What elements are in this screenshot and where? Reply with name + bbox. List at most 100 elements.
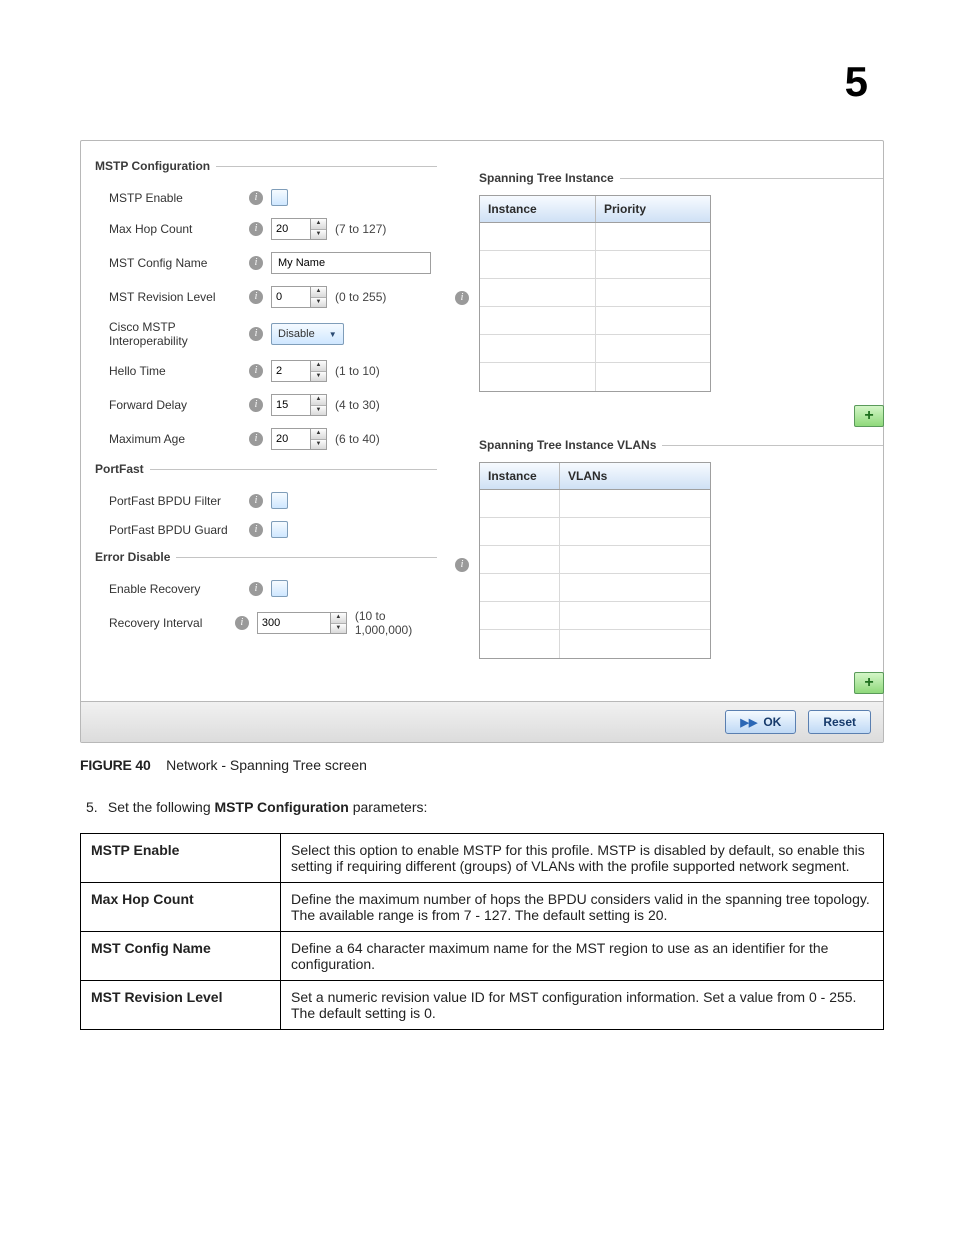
table-row: Max Hop Count Define the maximum number …: [81, 883, 884, 932]
col-priority[interactable]: Priority: [596, 196, 710, 222]
row-mstp-enable: MSTP Enable i: [95, 183, 437, 212]
ok-button[interactable]: ▶▶ OK: [725, 710, 796, 734]
section-title: Error Disable: [95, 550, 176, 564]
figure-label: FIGURE 40: [80, 757, 151, 773]
max-age-input[interactable]: [271, 428, 311, 450]
select-value: Disable: [278, 328, 315, 340]
spin-up-icon[interactable]: ▲: [311, 219, 326, 230]
table-row[interactable]: [480, 335, 710, 363]
add-instance-button[interactable]: [854, 405, 884, 427]
max-hop-spinner[interactable]: ▲▼: [271, 218, 327, 240]
table-row[interactable]: [480, 223, 710, 251]
param-desc: Set a numeric revision value ID for MST …: [281, 981, 884, 1030]
spin-up-icon[interactable]: ▲: [331, 613, 346, 624]
field-label: PortFast BPDU Filter: [109, 494, 249, 508]
spin-down-icon[interactable]: ▼: [311, 372, 326, 382]
row-recovery-interval: Recovery Interval i ▲▼ (10 to 1,000,000): [95, 603, 437, 643]
row-forward-delay: Forward Delay i ▲▼ (4 to 30): [95, 388, 437, 422]
recovery-interval-input[interactable]: [257, 612, 331, 634]
section-portfast: PortFast: [95, 460, 437, 478]
field-label: PortFast BPDU Guard: [109, 523, 249, 537]
step-text-bold: MSTP Configuration: [215, 799, 349, 815]
step-number: 5.: [86, 799, 104, 815]
hello-time-input[interactable]: [271, 360, 311, 382]
recovery-interval-spinner[interactable]: ▲▼: [257, 612, 347, 634]
bpdu-filter-checkbox[interactable]: [271, 492, 288, 509]
row-max-hop: Max Hop Count i ▲▼ (7 to 127): [95, 212, 437, 246]
table-row[interactable]: [480, 630, 710, 658]
spin-up-icon[interactable]: ▲: [311, 361, 326, 372]
field-label: Hello Time: [109, 364, 249, 378]
info-icon[interactable]: i: [249, 222, 263, 236]
spin-down-icon[interactable]: ▼: [311, 406, 326, 416]
mstp-enable-checkbox[interactable]: [271, 189, 288, 206]
hint-text: (4 to 30): [335, 398, 380, 412]
field-label: Max Hop Count: [109, 222, 249, 236]
hello-time-spinner[interactable]: ▲▼: [271, 360, 327, 382]
info-icon[interactable]: i: [455, 558, 469, 572]
table-row[interactable]: [480, 602, 710, 630]
forward-delay-input[interactable]: [271, 394, 311, 416]
screenshot-panel: MSTP Configuration MSTP Enable i Max Hop…: [80, 140, 884, 743]
info-icon[interactable]: i: [455, 291, 469, 305]
step-text-before: Set the following: [108, 799, 215, 815]
forward-delay-spinner[interactable]: ▲▼: [271, 394, 327, 416]
col-instance[interactable]: Instance: [480, 196, 596, 222]
col-vlans[interactable]: VLANs: [560, 463, 710, 489]
info-icon[interactable]: i: [249, 523, 263, 537]
col-instance[interactable]: Instance: [480, 463, 560, 489]
section-stiv: Spanning Tree Instance VLANs: [479, 436, 883, 454]
info-icon[interactable]: i: [249, 290, 263, 304]
table-row[interactable]: [480, 279, 710, 307]
reset-button[interactable]: Reset: [808, 710, 871, 734]
table-row: MSTP Enable Select this option to enable…: [81, 834, 884, 883]
spin-up-icon[interactable]: ▲: [311, 395, 326, 406]
cisco-interop-select[interactable]: Disable ▼: [271, 323, 344, 345]
table-row[interactable]: [480, 363, 710, 391]
info-icon[interactable]: i: [249, 582, 263, 596]
bpdu-guard-checkbox[interactable]: [271, 521, 288, 538]
spin-up-icon[interactable]: ▲: [311, 287, 326, 298]
section-title: Spanning Tree Instance: [479, 171, 620, 185]
table-row[interactable]: [480, 574, 710, 602]
max-age-spinner[interactable]: ▲▼: [271, 428, 327, 450]
table-row[interactable]: [480, 307, 710, 335]
hint-text: (1 to 10): [335, 364, 380, 378]
info-icon[interactable]: i: [235, 616, 249, 630]
info-icon[interactable]: i: [249, 432, 263, 446]
right-column: Spanning Tree Instance i Instance Priori…: [451, 153, 883, 677]
section-error-disable: Error Disable: [95, 548, 437, 566]
info-icon[interactable]: i: [249, 256, 263, 270]
table-row[interactable]: [480, 490, 710, 518]
row-rev-level: MST Revision Level i ▲▼ (0 to 255): [95, 280, 437, 314]
info-icon[interactable]: i: [249, 398, 263, 412]
table-row[interactable]: [480, 251, 710, 279]
field-label: Forward Delay: [109, 398, 249, 412]
hint-text: (0 to 255): [335, 290, 386, 304]
section-sti: Spanning Tree Instance: [479, 169, 883, 187]
stiv-table: Instance VLANs: [479, 462, 711, 659]
section-title: Spanning Tree Instance VLANs: [479, 438, 662, 452]
table-row[interactable]: [480, 518, 710, 546]
enable-recovery-checkbox[interactable]: [271, 580, 288, 597]
max-hop-input[interactable]: [271, 218, 311, 240]
spin-down-icon[interactable]: ▼: [311, 440, 326, 450]
rev-level-input[interactable]: [271, 286, 311, 308]
rev-level-spinner[interactable]: ▲▼: [271, 286, 327, 308]
info-icon[interactable]: i: [249, 191, 263, 205]
spin-down-icon[interactable]: ▼: [331, 624, 346, 634]
config-name-input[interactable]: [271, 252, 431, 274]
info-icon[interactable]: i: [249, 364, 263, 378]
section-title: MSTP Configuration: [95, 159, 216, 173]
page: 5 MSTP Configuration MSTP Enable i Max H…: [0, 0, 954, 1235]
table-row[interactable]: [480, 546, 710, 574]
info-icon[interactable]: i: [249, 494, 263, 508]
info-icon[interactable]: i: [249, 327, 263, 341]
param-desc: Define the maximum number of hops the BP…: [281, 883, 884, 932]
spin-up-icon[interactable]: ▲: [311, 429, 326, 440]
spin-down-icon[interactable]: ▼: [311, 298, 326, 308]
table-row: MST Revision Level Set a numeric revisio…: [81, 981, 884, 1030]
add-vlan-button[interactable]: [854, 672, 884, 694]
sti-table-wrap: i Instance Priority: [479, 195, 883, 392]
spin-down-icon[interactable]: ▼: [311, 230, 326, 240]
